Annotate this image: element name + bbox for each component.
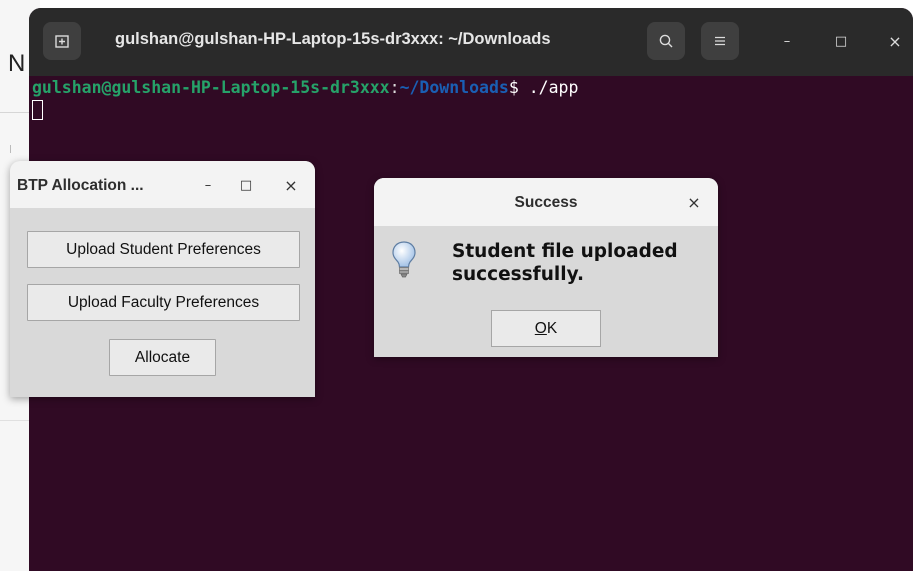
success-dialog-close-button[interactable]: × — [684, 192, 704, 212]
ok-button-mnemonic: O — [534, 319, 547, 337]
btp-window-title: BTP Allocation ... — [17, 177, 144, 194]
btp-window-header[interactable]: BTP Allocation ... – □ × — [10, 161, 315, 208]
btp-minimize-button[interactable]: – — [198, 175, 218, 195]
success-dialog-title: Success — [514, 194, 578, 211]
btp-maximize-button[interactable]: □ — [236, 175, 256, 195]
background-divider — [10, 145, 11, 153]
allocate-button[interactable]: Allocate — [109, 339, 216, 376]
search-button[interactable] — [647, 22, 685, 60]
prompt-path: ~/Downloads — [399, 78, 509, 97]
upload-student-preferences-button[interactable]: Upload Student Preferences — [27, 231, 300, 268]
btp-close-button[interactable]: × — [281, 175, 301, 195]
prompt-user: gulshan@gulshan-HP-Laptop-15s-dr3xxx — [32, 78, 390, 97]
upload-faculty-preferences-button[interactable]: Upload Faculty Preferences — [27, 284, 300, 321]
ok-button-label: K — [546, 319, 558, 337]
ok-button[interactable]: OK — [491, 310, 601, 347]
success-dialog-header[interactable]: Success × — [374, 178, 718, 226]
menu-button[interactable] — [701, 22, 739, 60]
typed-command: ./app — [528, 78, 579, 97]
search-icon — [659, 34, 673, 48]
terminal-title: gulshan@gulshan-HP-Laptop-15s-dr3xxx: ~/… — [115, 30, 551, 48]
terminal-header-bar[interactable]: gulshan@gulshan-HP-Laptop-15s-dr3xxx: ~/… — [29, 8, 913, 76]
terminal-close-button[interactable]: × — [884, 30, 906, 52]
success-dialog[interactable]: Success × Student file uploaded successf… — [374, 178, 718, 357]
prompt-symbol: $ — [508, 78, 529, 97]
background-partial-text: N — [8, 50, 26, 77]
terminal-maximize-button[interactable]: □ — [830, 30, 852, 52]
btp-allocation-window[interactable]: BTP Allocation ... – □ × Upload Student … — [10, 161, 315, 397]
new-tab-icon — [55, 35, 69, 48]
background-divider — [0, 420, 30, 421]
terminal-minimize-button[interactable]: – — [776, 30, 798, 52]
terminal-output[interactable]: gulshan@gulshan-HP-Laptop-15s-dr3xxx:~/D… — [32, 78, 578, 98]
success-message: Student file uploaded successfully. — [452, 241, 678, 285]
hamburger-menu-icon — [715, 36, 725, 46]
terminal-cursor — [32, 100, 43, 120]
lightbulb-info-icon — [392, 241, 416, 278]
prompt-separator: : — [389, 78, 400, 97]
background-divider — [0, 112, 30, 113]
new-tab-button[interactable] — [43, 22, 81, 60]
